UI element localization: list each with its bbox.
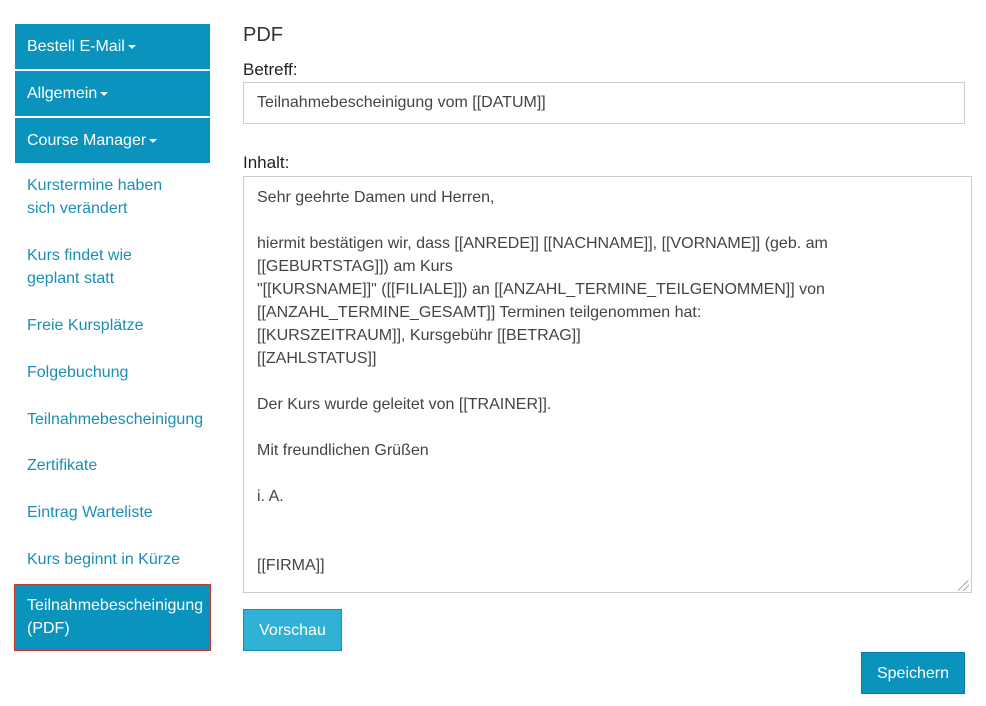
sidebar-item-freie-kursplaetze[interactable]: Freie Kursplätze bbox=[27, 314, 212, 337]
caret-down-icon bbox=[127, 44, 136, 49]
menu-bestell-email-label: Bestell E-Mail bbox=[27, 38, 125, 55]
caret-down-icon bbox=[100, 91, 109, 96]
content-textarea[interactable]: Sehr geehrte Damen und Herren, hiermit b… bbox=[243, 176, 972, 593]
page: Bestell E-Mail Allgemein Course Manager … bbox=[0, 0, 986, 706]
content-label: Inhalt: bbox=[243, 153, 290, 172]
sidebar-item-eintrag-warteliste[interactable]: Eintrag Warteliste bbox=[27, 501, 212, 524]
sidebar-item-kurstermine-veraendert[interactable]: Kurstermine haben sich verändert bbox=[27, 174, 177, 220]
menu-allgemein-label: Allgemein bbox=[27, 85, 98, 102]
subject-label: Betreff: bbox=[243, 60, 298, 79]
preview-button[interactable]: Vorschau bbox=[243, 609, 342, 651]
sidebar-item-kurs-beginnt[interactable]: Kurs beginnt in Kürze bbox=[27, 548, 212, 571]
menu-allgemein[interactable]: Allgemein bbox=[15, 71, 210, 116]
sidebar-item-folgebuchung[interactable]: Folgebuchung bbox=[27, 361, 212, 384]
sidebar-item-teilnahmebescheinigung-pdf[interactable]: Teilnahmebescheinigung (PDF) bbox=[14, 584, 211, 651]
subject-input[interactable] bbox=[243, 82, 965, 124]
sidebar-item-active-label: Teilnahmebescheinigung (PDF) bbox=[27, 597, 204, 637]
section-title: PDF bbox=[243, 24, 283, 46]
caret-down-icon bbox=[149, 138, 158, 143]
sidebar: Bestell E-Mail Allgemein Course Manager … bbox=[14, 24, 211, 651]
sidebar-item-teilnahmebescheinigung[interactable]: Teilnahmebescheinigung bbox=[27, 408, 212, 431]
menu-course-manager-label: Course Manager bbox=[27, 132, 147, 149]
sidebar-item-zertifikate[interactable]: Zertifikate bbox=[27, 454, 212, 477]
resize-handle-icon[interactable] bbox=[958, 580, 969, 591]
menu-bestell-email[interactable]: Bestell E-Mail bbox=[15, 24, 210, 69]
sidebar-item-kurs-findet-statt[interactable]: Kurs findet wie geplant statt bbox=[27, 244, 157, 290]
save-button[interactable]: Speichern bbox=[861, 652, 965, 694]
menu-course-manager[interactable]: Course Manager bbox=[15, 118, 210, 163]
